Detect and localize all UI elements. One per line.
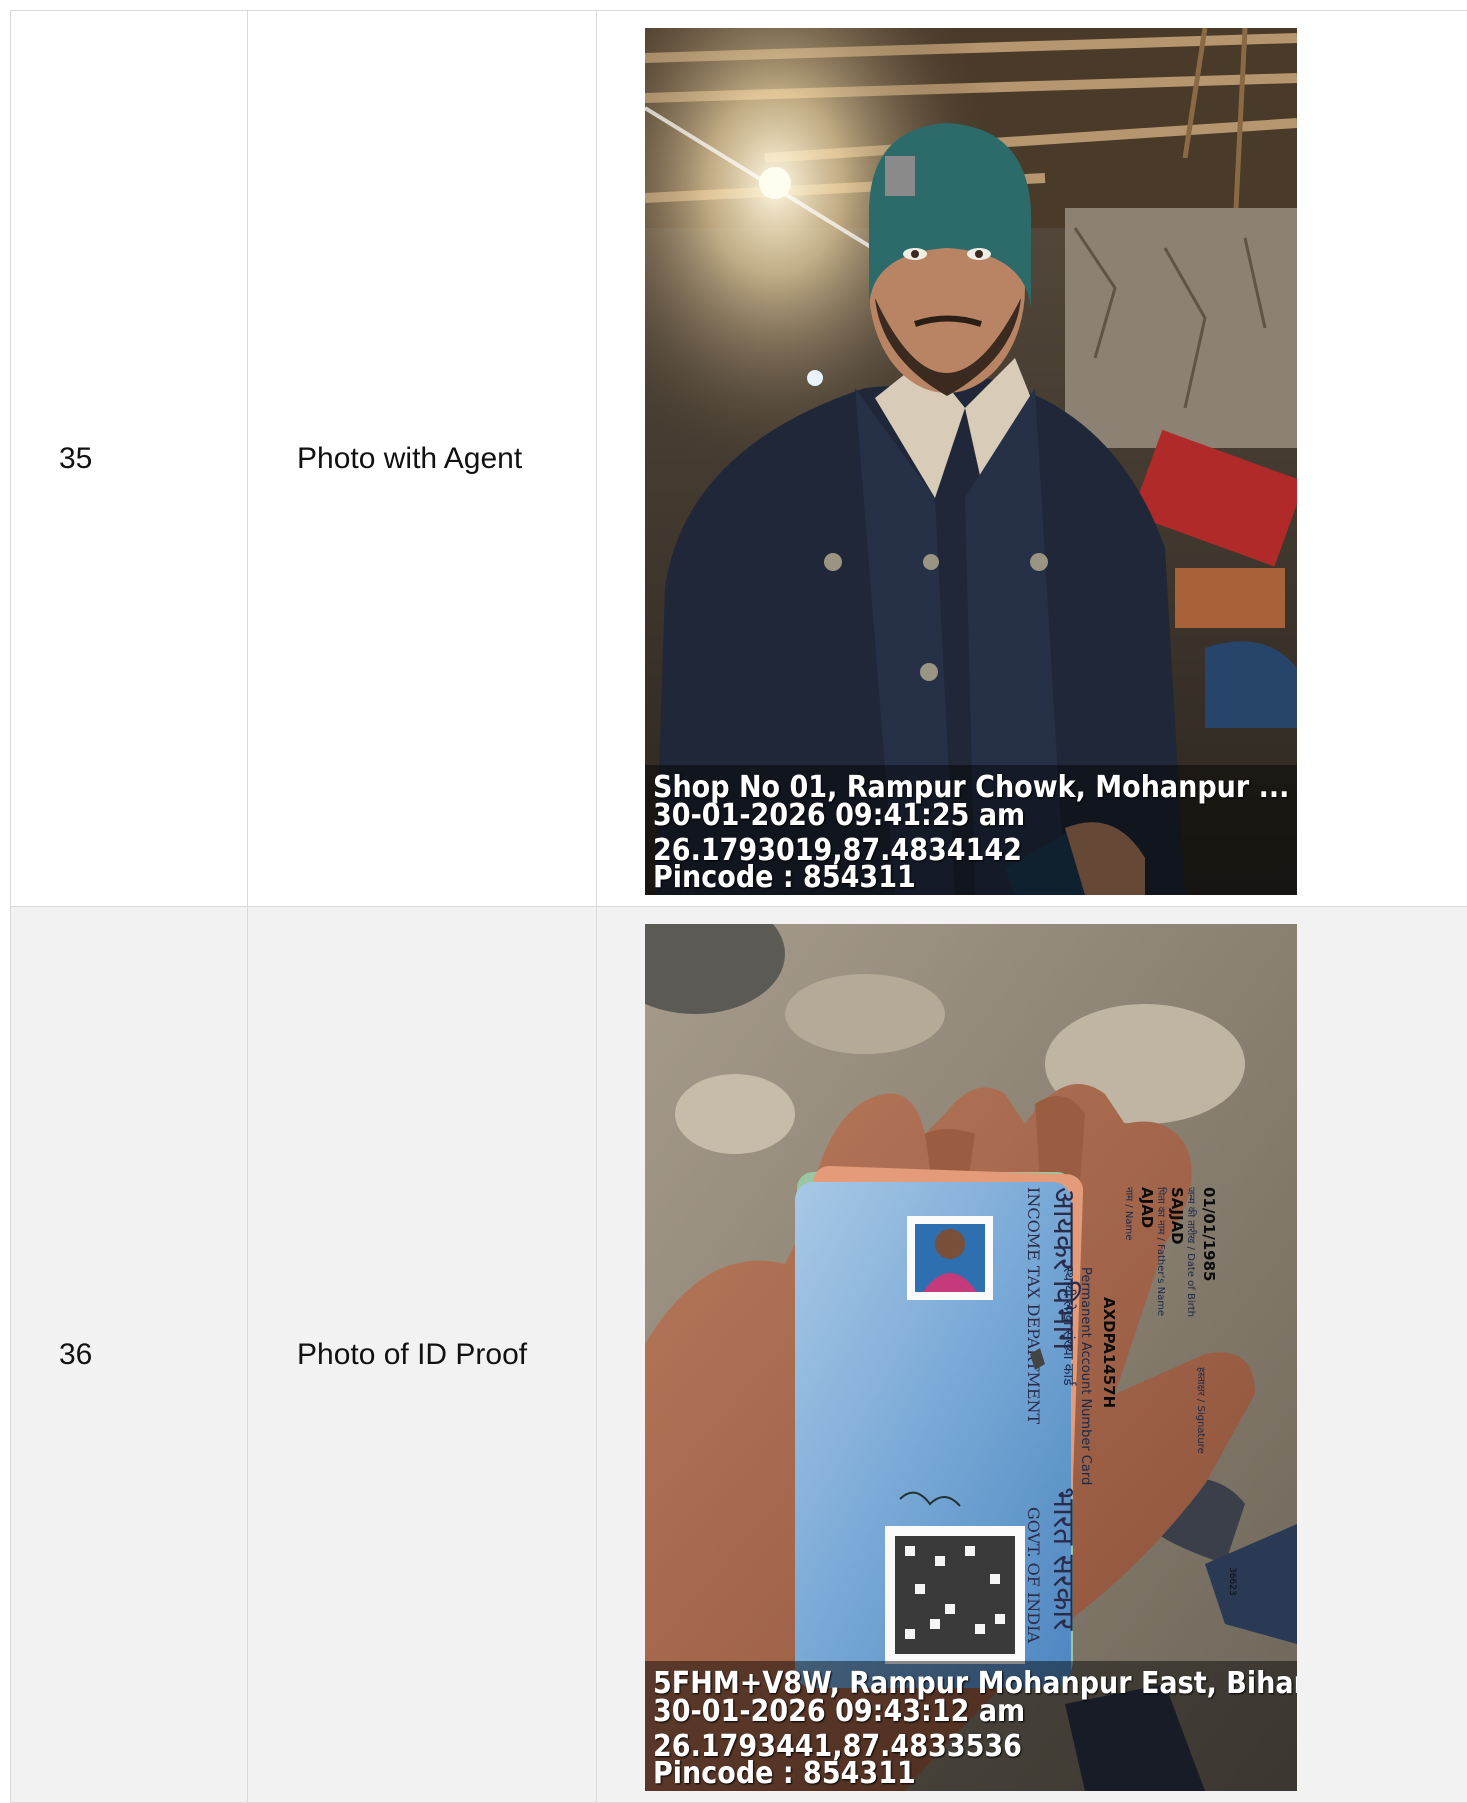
id-proof-photo: आयकर विभाग INCOME TAX DEPARTMENT भारत सर… <box>645 924 1297 1791</box>
geo-pincode: Pincode : 854311 <box>653 860 916 895</box>
card-father-name: SAJJAD <box>1168 1187 1186 1245</box>
photo-cell: आयकर विभाग INCOME TAX DEPARTMENT भारत सर… <box>597 907 1467 1802</box>
card-signature-label: हस्ताक्षर / Signature <box>1195 1367 1206 1454</box>
geo-pincode: Pincode : 854311 <box>653 1756 916 1791</box>
row-number: 35 <box>11 11 248 906</box>
row-number: 36 <box>11 907 248 1802</box>
geo-datetime: 30-01-2026 09:41:25 am <box>653 798 1026 833</box>
agent-photo: Shop No 01, Rampur Chowk, Mohanpur ... 3… <box>645 28 1297 895</box>
card-govt-hindi: भारत सरकार <box>1046 1487 1081 1631</box>
row-label: Photo with Agent <box>248 11 597 906</box>
card-name: AJAD <box>1138 1187 1156 1228</box>
card-pan-number: AXDPA1457H <box>1100 1297 1118 1408</box>
card-serial: 36623 <box>1227 1567 1237 1596</box>
table-row: 35 Photo with Agent Shop No 01, Rampur C… <box>11 11 1467 907</box>
card-govt-english: GOVT. OF INDIA <box>1024 1507 1043 1643</box>
row-label: Photo of ID Proof <box>248 907 597 1802</box>
document-table: 35 Photo with Agent Shop No 01, Rampur C… <box>10 10 1467 1803</box>
card-title-english: Permanent Account Number Card <box>1078 1267 1093 1485</box>
card-father-label: पिता का नाम / Father's Name <box>1155 1187 1167 1316</box>
table-row: 36 Photo of ID Proof आयकर विभाग INCOME T… <box>11 907 1467 1803</box>
card-dob-label: जन्म की तारीख / Date of Birth <box>1185 1187 1197 1317</box>
card-name-label: नाम / Name <box>1123 1187 1134 1240</box>
card-dob: 01/01/1985 <box>1200 1187 1218 1281</box>
card-title-hindi: स्थायी लेखा संख्या कार्ड <box>1060 1267 1077 1387</box>
photo-cell: Shop No 01, Rampur Chowk, Mohanpur ... 3… <box>597 11 1467 906</box>
geo-datetime: 30-01-2026 09:43:12 am <box>653 1694 1026 1729</box>
card-dept-english: INCOME TAX DEPARTMENT <box>1024 1187 1043 1425</box>
